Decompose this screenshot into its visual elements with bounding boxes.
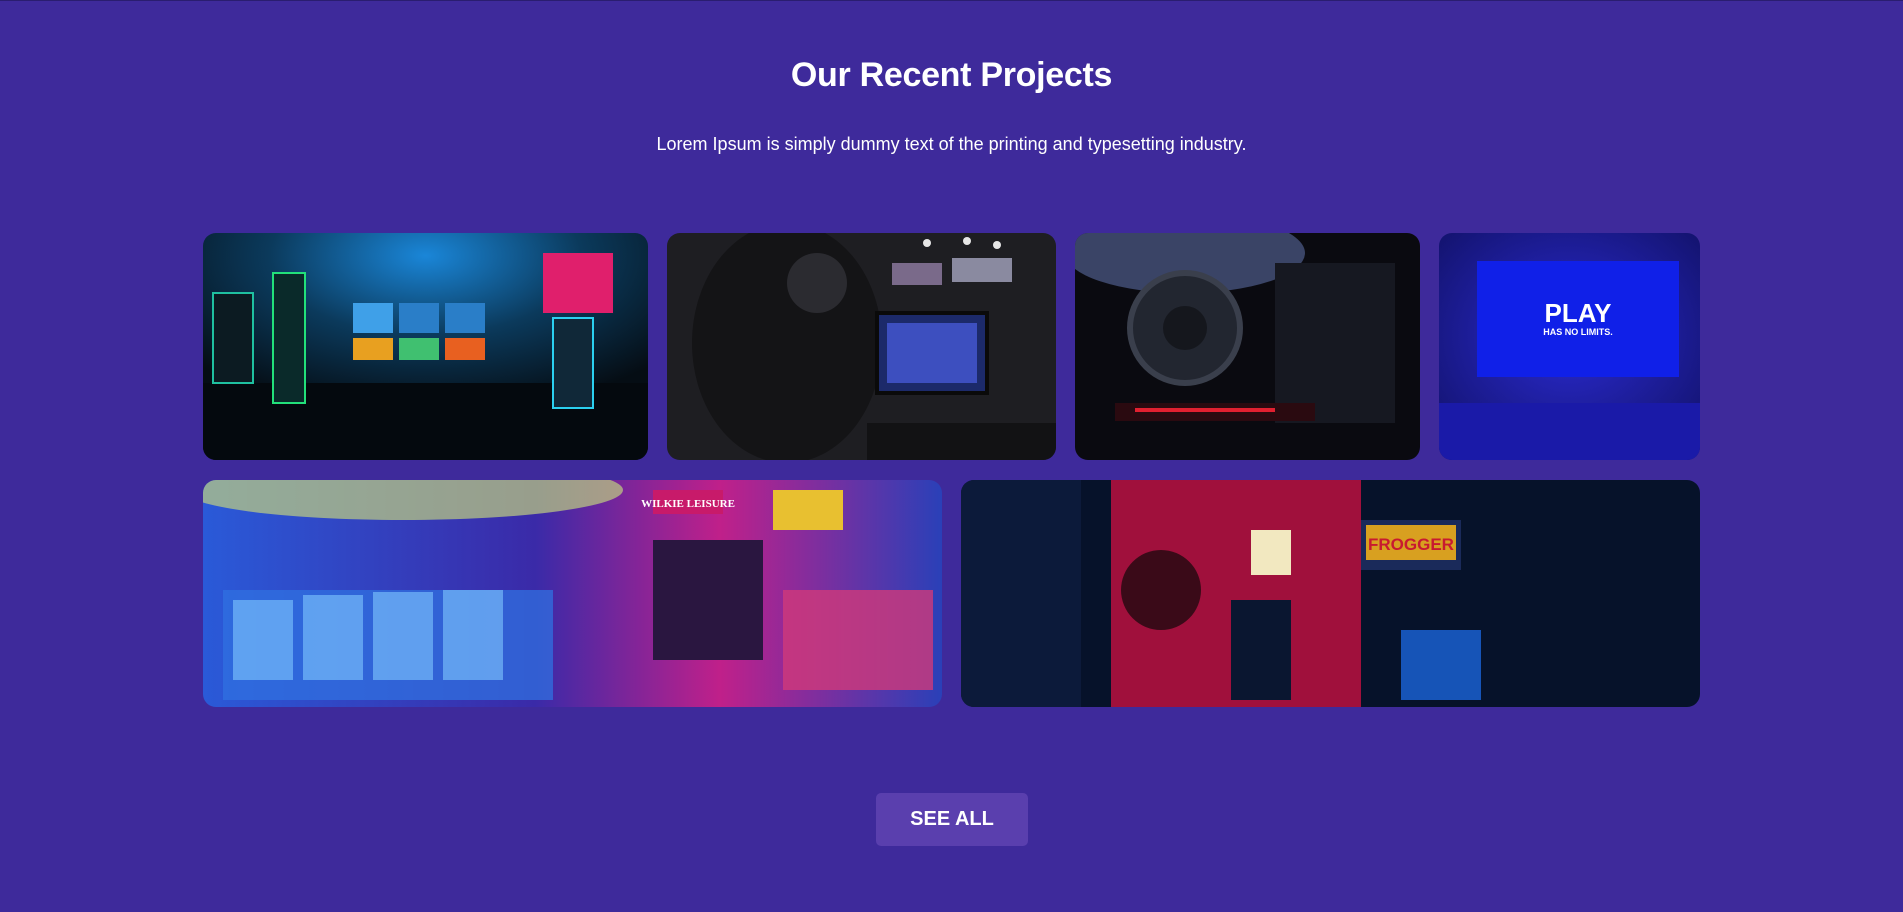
section-title: Our Recent Projects [790,56,1113,94]
screen-title-text: PLAY [1545,298,1612,328]
project-image-red-arcade[interactable]: FROGGER [961,480,1700,707]
project-image-neon-arcade[interactable]: WILKIE LEISURE [203,480,942,707]
project-image-arcade-room[interactable] [203,233,648,460]
section-subtitle: Lorem Ipsum is simply dummy text of the … [656,134,1247,154]
project-image-pc-case[interactable] [1075,233,1420,460]
arcade-sign-text: WILKIE LEISURE [641,498,735,510]
arcade-room-image [203,233,648,460]
marquee-text: FROGGER [1368,535,1454,554]
top-border [0,0,1903,1]
project-image-play-screen[interactable]: PLAY HAS NO LIMITS. [1439,233,1700,460]
red-arcade-image: FROGGER [961,480,1700,707]
gamer-headset-image [667,233,1056,460]
pc-case-image [1075,233,1420,460]
play-screen-image: PLAY HAS NO LIMITS. [1439,233,1700,460]
see-all-button[interactable]: SEE ALL [876,793,1028,846]
project-image-gamer-headset[interactable] [667,233,1056,460]
neon-arcade-image: WILKIE LEISURE [203,480,942,707]
screen-subtitle-text: HAS NO LIMITS. [1543,327,1613,337]
